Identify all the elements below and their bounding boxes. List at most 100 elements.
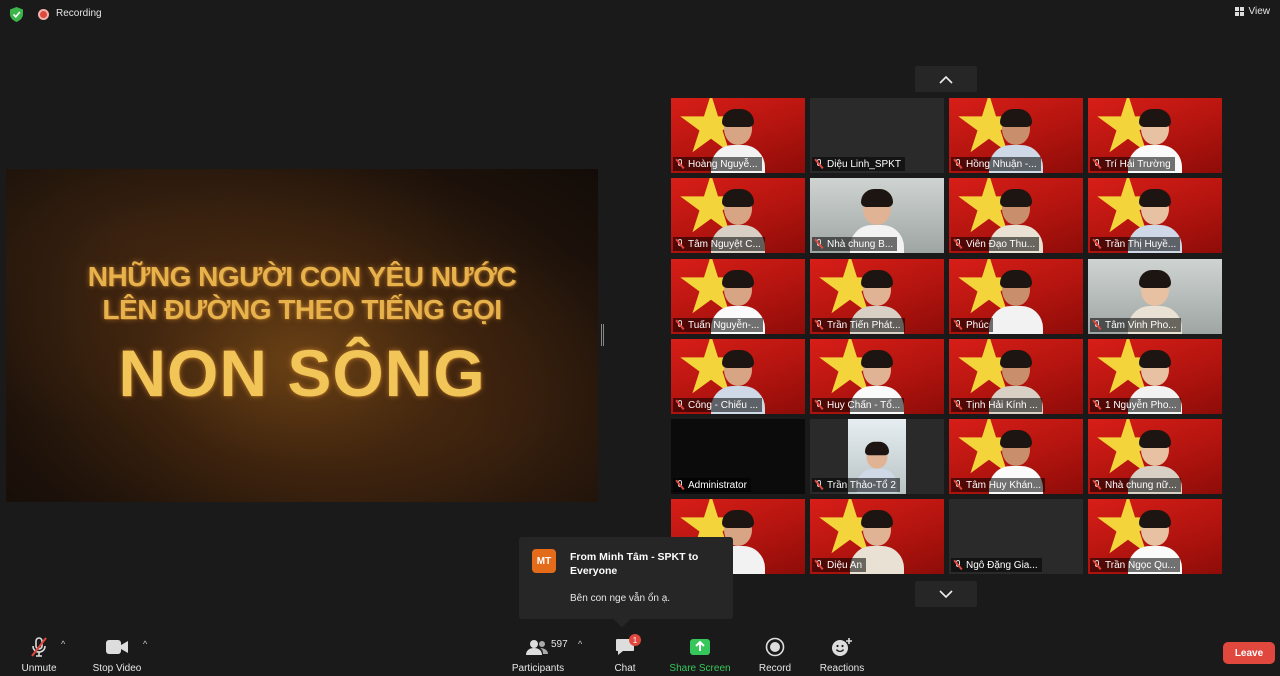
share-title-line2: LÊN ĐƯỜNG THEO TIẾNG GỌI <box>102 294 502 325</box>
participant-tile[interactable]: Ngô Đặng Gia... <box>949 499 1083 574</box>
participant-tile[interactable]: Trần Tiến Phát... <box>810 259 944 334</box>
participant-tile[interactable]: Huy Chấn - Tổ... <box>810 339 944 414</box>
microphone-muted-icon <box>1093 400 1101 410</box>
smiley-plus-icon <box>832 638 852 656</box>
unmute-label: Unmute <box>21 663 57 674</box>
share-screen-icon <box>690 639 710 655</box>
chat-notification[interactable]: MT From Minh Tâm - SPKT to Everyone Bên … <box>519 537 733 619</box>
reactions-label: Reactions <box>819 663 865 674</box>
participant-nameplate: Trí Hải Trường <box>1090 157 1175 171</box>
participant-name: Phúc <box>966 319 989 331</box>
participant-nameplate: Tâm Huy Khán... <box>951 478 1046 492</box>
participant-tile[interactable]: Hoàng Nguyễ... <box>671 98 805 173</box>
microphone-muted-icon <box>954 560 962 570</box>
leave-button[interactable]: Leave <box>1223 642 1275 664</box>
participant-tile[interactable]: Trần Thị Huyề... <box>1088 178 1222 253</box>
participant-tile[interactable]: Diệu Linh_SPKT <box>810 98 944 173</box>
participant-name: Hoàng Nguyễ... <box>688 158 758 170</box>
participant-tile[interactable]: Công - Chiếu ... <box>671 339 805 414</box>
participants-label: Participants <box>511 663 565 674</box>
participant-tile[interactable]: Phúc <box>949 259 1083 334</box>
microphone-muted-icon <box>815 480 823 490</box>
record-icon <box>765 637 785 657</box>
participant-tile[interactable]: 1 Nguyễn Pho... <box>1088 339 1222 414</box>
view-button[interactable]: View <box>1234 6 1271 17</box>
reactions-button[interactable]: Reactions <box>818 636 866 674</box>
video-options-caret[interactable]: ^ <box>143 639 147 649</box>
meeting-toolbar: Unmute ^ Stop Video ^ Participants 597 ^… <box>0 628 1280 676</box>
share-title-line3: NON SÔNG <box>118 336 486 410</box>
participant-nameplate: Nhà chung nữ... <box>1090 478 1181 492</box>
record-label: Record <box>758 663 792 674</box>
participant-nameplate: Tuấn Nguyễn-... <box>673 318 764 332</box>
shield-icon[interactable] <box>10 7 23 22</box>
participant-tile[interactable]: Trần Ngọc Qu... <box>1088 499 1222 574</box>
participant-tile[interactable]: Administrator <box>671 419 805 494</box>
participant-nameplate: Công - Chiếu ... <box>673 398 763 412</box>
microphone-muted-icon <box>676 400 684 410</box>
participant-name: Trần Thảo-Tổ 2 <box>827 479 896 491</box>
chevron-up-icon <box>939 75 953 84</box>
participant-name: Trần Tiến Phát... <box>827 319 901 331</box>
microphone-muted-icon <box>954 400 962 410</box>
gallery-page-up-button[interactable] <box>915 66 977 92</box>
participant-nameplate: Huy Chấn - Tổ... <box>812 398 905 412</box>
participant-tile[interactable]: Trần Thảo-Tổ 2 <box>810 419 944 494</box>
microphone-muted-icon <box>954 159 962 169</box>
recording-icon[interactable] <box>38 9 49 20</box>
participant-tile[interactable]: Viên Đạo Thu... <box>949 178 1083 253</box>
share-screen-label: Share Screen <box>669 663 731 674</box>
microphone-muted-icon <box>1093 159 1101 169</box>
microphone-muted-icon <box>815 239 823 249</box>
participants-icon <box>526 640 548 655</box>
participant-nameplate: Hoàng Nguyễ... <box>673 157 762 171</box>
video-camera-icon <box>106 640 128 654</box>
participant-tile[interactable]: Diệu An <box>810 499 944 574</box>
record-button[interactable]: Record <box>756 636 794 674</box>
participant-tile[interactable]: Trí Hải Trường <box>1088 98 1222 173</box>
participant-name: Ngô Đặng Gia... <box>966 559 1038 571</box>
participant-nameplate: Tâm Nguyệt C... <box>673 237 765 251</box>
share-screen-button[interactable]: Share Screen <box>668 636 732 674</box>
share-title-line1: NHỮNG NGƯỜI CON YÊU NƯỚC <box>87 261 517 292</box>
participant-nameplate: Diệu An <box>812 558 867 572</box>
participant-tile[interactable]: Tâm Vinh Pho... <box>1088 259 1222 334</box>
participant-tile[interactable]: Tuấn Nguyễn-... <box>671 259 805 334</box>
participant-name: Tâm Vinh Pho... <box>1105 319 1177 331</box>
microphone-muted-icon <box>31 637 47 657</box>
microphone-muted-icon <box>1093 480 1101 490</box>
microphone-muted-icon <box>815 560 823 570</box>
participant-tile[interactable]: Tịnh Hải Kính ... <box>949 339 1083 414</box>
unmute-button[interactable]: Unmute <box>18 636 60 674</box>
view-label: View <box>1248 6 1271 17</box>
resize-handle[interactable] <box>601 324 604 346</box>
stop-video-label: Stop Video <box>92 663 142 674</box>
gallery-page-down-button[interactable] <box>915 581 977 607</box>
participant-tile[interactable]: Tâm Huy Khán... <box>949 419 1083 494</box>
participant-nameplate: Phúc <box>951 318 993 332</box>
stop-video-button[interactable]: Stop Video <box>90 636 144 674</box>
participant-nameplate: Ngô Đặng Gia... <box>951 558 1042 572</box>
top-bar: Recording View <box>0 0 1280 28</box>
participant-nameplate: Diệu Linh_SPKT <box>812 157 905 171</box>
participant-tile[interactable]: Hồng Nhuận -... <box>949 98 1083 173</box>
participant-nameplate: Administrator <box>673 478 751 492</box>
microphone-muted-icon <box>1093 320 1101 330</box>
participant-name: Tâm Huy Khán... <box>966 479 1042 491</box>
microphone-muted-icon <box>954 239 962 249</box>
recording-label[interactable]: Recording <box>56 8 102 19</box>
participants-count: 597 <box>551 639 568 650</box>
participant-tile[interactable]: Tâm Nguyệt C... <box>671 178 805 253</box>
shared-screen: NHỮNG NGƯỜI CON YÊU NƯỚC LÊN ĐƯỜNG THEO … <box>6 169 598 502</box>
microphone-muted-icon <box>676 480 684 490</box>
participant-tile[interactable]: Nhà chung nữ... <box>1088 419 1222 494</box>
microphone-muted-icon <box>815 320 823 330</box>
chevron-down-icon <box>939 589 953 598</box>
audio-options-caret[interactable]: ^ <box>61 639 65 649</box>
participant-name: Nhà chung nữ... <box>1105 479 1177 491</box>
chat-sender: From Minh Tâm - SPKT to Everyone <box>570 551 699 577</box>
microphone-muted-icon <box>676 320 684 330</box>
participant-nameplate: Trần Tiến Phát... <box>812 318 905 332</box>
participant-tile[interactable]: Nhà chung B... <box>810 178 944 253</box>
participants-options-caret[interactable]: ^ <box>578 639 582 649</box>
